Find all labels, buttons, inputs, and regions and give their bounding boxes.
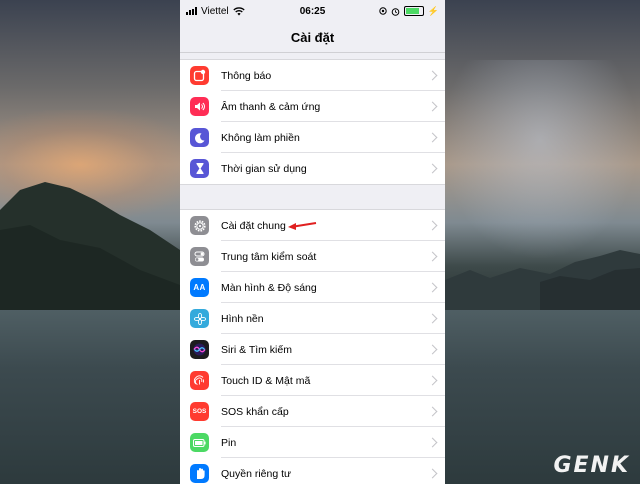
notification-icon bbox=[190, 66, 209, 85]
settings-row-hinh-nen[interactable]: Hình nền bbox=[180, 303, 445, 334]
settings-row-quyen-rieng-tu[interactable]: Quyền riêng tư bbox=[180, 458, 445, 484]
text-size-icon: AA bbox=[190, 278, 209, 297]
toggles-icon bbox=[190, 247, 209, 266]
settings-row-thoi-gian-su-dung[interactable]: Thời gian sử dụng bbox=[180, 153, 445, 184]
siri-icon bbox=[190, 340, 209, 359]
fingerprint-icon bbox=[190, 371, 209, 390]
settings-group-1: Thông báo Âm thanh & cảm ứng Không làm phi… bbox=[180, 59, 445, 185]
battery-icon bbox=[190, 433, 209, 452]
flower-icon bbox=[190, 309, 209, 328]
settings-row-label: Âm thanh & cảm ứng bbox=[221, 100, 321, 113]
nav-bar: Cài đặt bbox=[180, 22, 445, 53]
settings-row-label: Touch ID & Mật mã bbox=[221, 374, 311, 387]
battery-indicator bbox=[403, 6, 424, 16]
settings-row-label: Thời gian sử dụng bbox=[221, 162, 307, 175]
settings-row-cai-dat-chung[interactable]: Cài đặt chung bbox=[180, 210, 445, 241]
text-size-glyph: AA bbox=[193, 283, 206, 292]
settings-row-label: SOS khẩn cấp bbox=[221, 405, 289, 418]
battery-level-fill bbox=[405, 8, 420, 14]
settings-row-touch-id-mat-ma[interactable]: Touch ID & Mật mã bbox=[180, 365, 445, 396]
page-title: Cài đặt bbox=[290, 29, 335, 45]
settings-row-siri-tim-kiem[interactable]: Siri & Tìm kiếm bbox=[180, 334, 445, 365]
settings-row-sos-khan-cap[interactable]: SOS SOS khẩn cấp bbox=[180, 396, 445, 427]
genk-logo: GENK bbox=[553, 453, 630, 478]
sos-icon: SOS bbox=[190, 402, 209, 421]
settings-row-label: Thông báo bbox=[221, 69, 272, 82]
settings-row-label: Không làm phiền bbox=[221, 131, 300, 144]
hourglass-icon bbox=[190, 159, 209, 178]
status-bar: Viettel 06:25 ⚡ bbox=[180, 0, 445, 22]
settings-row-label: Siri & Tìm kiếm bbox=[221, 343, 292, 356]
settings-group-2: Cài đặt chung Trung tâm kiểm soát AA Màn hì… bbox=[180, 209, 445, 484]
settings-row-label: Trung tâm kiểm soát bbox=[221, 250, 317, 263]
settings-row-label: Màn hình & Độ sáng bbox=[221, 281, 317, 294]
speaker-icon bbox=[190, 97, 209, 116]
settings-row-thong-bao[interactable]: Thông báo bbox=[180, 60, 445, 91]
settings-row-label: Quyền riêng tư bbox=[221, 467, 292, 480]
gear-icon bbox=[190, 216, 209, 235]
iphone-settings-screen: Viettel 06:25 ⚡ Cài đặt Thông báo Âm than… bbox=[180, 0, 445, 484]
settings-row-khong-lam-phien[interactable]: Không làm phiền bbox=[180, 122, 445, 153]
sos-glyph: SOS bbox=[192, 408, 207, 415]
hand-icon bbox=[190, 464, 209, 483]
settings-row-am-thanh-cam-ung[interactable]: Âm thanh & cảm ứng bbox=[180, 91, 445, 122]
settings-row-man-hinh-do-sang[interactable]: AA Màn hình & Độ sáng bbox=[180, 272, 445, 303]
settings-row-trung-tam-kiem-soat[interactable]: Trung tâm kiểm soát bbox=[180, 241, 445, 272]
settings-row-label: Hình nền bbox=[221, 312, 264, 325]
settings-row-label: Cài đặt chung bbox=[221, 219, 286, 232]
moon-icon bbox=[190, 128, 209, 147]
red-arrow-annotation bbox=[288, 221, 317, 230]
settings-row-label: Pin bbox=[221, 436, 237, 449]
settings-row-pin[interactable]: Pin bbox=[180, 427, 445, 458]
